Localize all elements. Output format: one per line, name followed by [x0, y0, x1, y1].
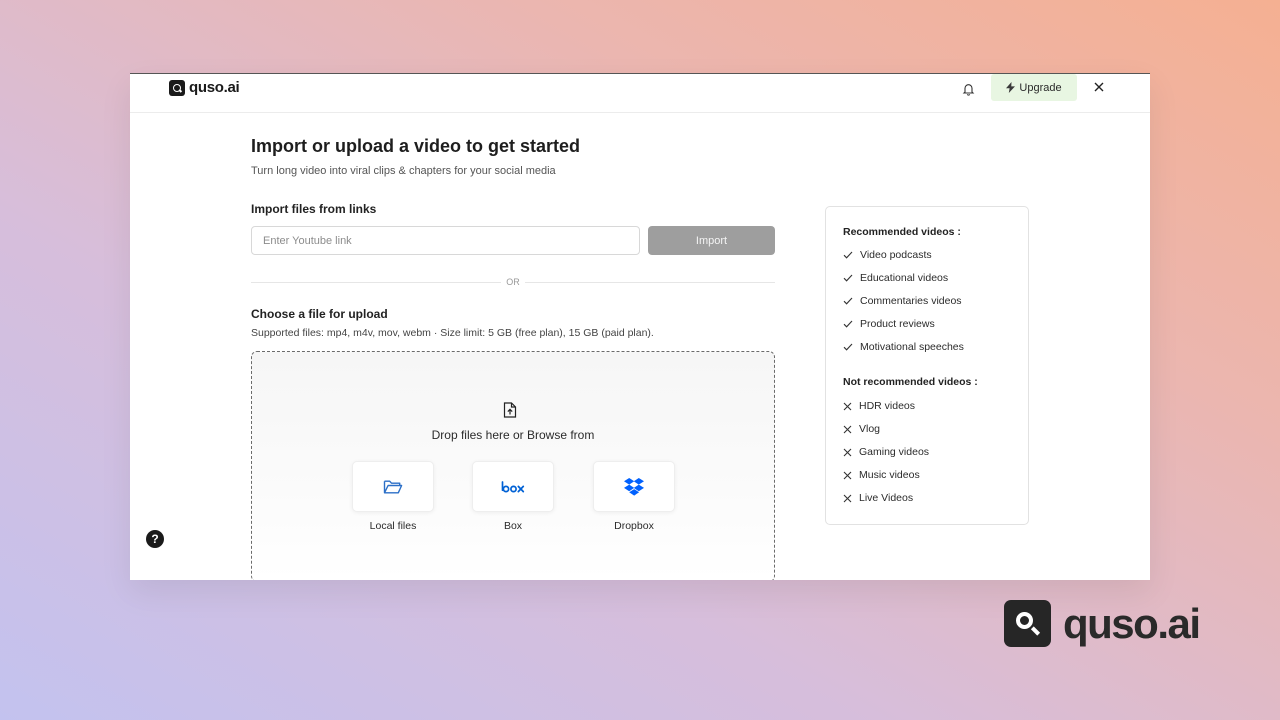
brand-logo[interactable]: quso.ai [169, 79, 240, 96]
source-dropbox[interactable]: Dropbox [593, 461, 675, 532]
recommended-heading: Recommended videos : [843, 226, 961, 238]
source-local-files[interactable]: Local files [352, 461, 434, 532]
check-icon [843, 297, 853, 305]
recommended-item-label: Video podcasts [860, 249, 932, 261]
not-recommended-item-label: Live Videos [859, 492, 914, 504]
recommended-item-label: Commentaries videos [860, 295, 962, 307]
import-button[interactable]: Import [648, 226, 775, 255]
recommended-item: Educational videos [843, 272, 948, 284]
not-recommended-item-label: Gaming videos [859, 446, 930, 458]
not-recommended-item: HDR videos [843, 400, 915, 412]
app-window: quso.ai Upgrade Import or upload a video… [130, 73, 1150, 580]
recommended-item: Video podcasts [843, 249, 932, 261]
brand-watermark: quso.ai [1004, 599, 1201, 647]
dropbox-icon [624, 477, 644, 496]
box-logo-icon [501, 480, 525, 492]
import-section-title: Import files from links [251, 202, 377, 216]
recommended-item: Commentaries videos [843, 295, 962, 307]
brand-name: quso.ai [189, 79, 240, 96]
x-icon [843, 425, 852, 433]
upload-section-title: Choose a file for upload [251, 307, 388, 321]
page-title: Import or upload a video to get started [251, 136, 581, 156]
source-label: Box [503, 520, 523, 532]
divider-right [525, 282, 775, 283]
source-card[interactable] [472, 461, 554, 512]
folder-icon [383, 480, 403, 493]
x-icon [843, 494, 852, 502]
check-icon [843, 320, 853, 328]
not-recommended-item-label: Vlog [859, 423, 881, 435]
divider-left [251, 282, 501, 283]
close-icon[interactable] [1091, 79, 1107, 95]
x-icon [843, 448, 852, 456]
source-label: Local files [369, 520, 417, 532]
x-icon [843, 471, 852, 479]
not-recommended-item-label: HDR videos [859, 400, 916, 412]
not-recommended-heading: Not recommended videos : [843, 376, 978, 388]
source-card[interactable] [593, 461, 675, 512]
recommendations-panel: Recommended videos : Video podcasts Educ… [825, 206, 1029, 525]
quso-logo-icon [1004, 600, 1051, 647]
or-separator: OR [506, 277, 520, 287]
upgrade-button[interactable]: Upgrade [991, 74, 1077, 101]
source-card[interactable] [352, 461, 434, 512]
recommended-item-label: Product reviews [860, 318, 935, 330]
recommended-item: Product reviews [843, 318, 935, 330]
upgrade-label: Upgrade [1019, 81, 1062, 94]
not-recommended-item: Vlog [843, 423, 880, 435]
drop-instructions: Drop files here or Browse from [431, 428, 595, 442]
top-bar: quso.ai Upgrade [130, 74, 1150, 113]
check-icon [843, 274, 853, 282]
lightning-icon [1006, 82, 1016, 93]
not-recommended-item-label: Music videos [859, 469, 920, 481]
source-box[interactable]: Box [472, 461, 554, 532]
file-dropzone[interactable]: Drop files here or Browse from Local fil… [251, 351, 775, 580]
recommended-item: Motivational speeches [843, 341, 964, 353]
youtube-link-input[interactable] [251, 226, 640, 255]
check-icon [843, 343, 853, 351]
bell-icon[interactable] [959, 80, 977, 98]
supported-files-note: Supported files: mp4, m4v, mov, webm · S… [251, 327, 654, 339]
brand-watermark-text: quso.ai [1063, 599, 1201, 647]
check-icon [843, 251, 853, 259]
x-icon [843, 402, 852, 410]
page-subtitle: Turn long video into viral clips & chapt… [251, 165, 556, 177]
not-recommended-item: Music videos [843, 469, 920, 481]
source-label: Dropbox [614, 520, 654, 532]
recommended-item-label: Motivational speeches [860, 341, 964, 353]
file-upload-icon [503, 402, 517, 418]
help-button[interactable]: ? [146, 530, 164, 548]
quso-logo-icon [169, 79, 185, 96]
not-recommended-item: Live Videos [843, 492, 913, 504]
not-recommended-item: Gaming videos [843, 446, 929, 458]
recommended-item-label: Educational videos [860, 272, 949, 284]
